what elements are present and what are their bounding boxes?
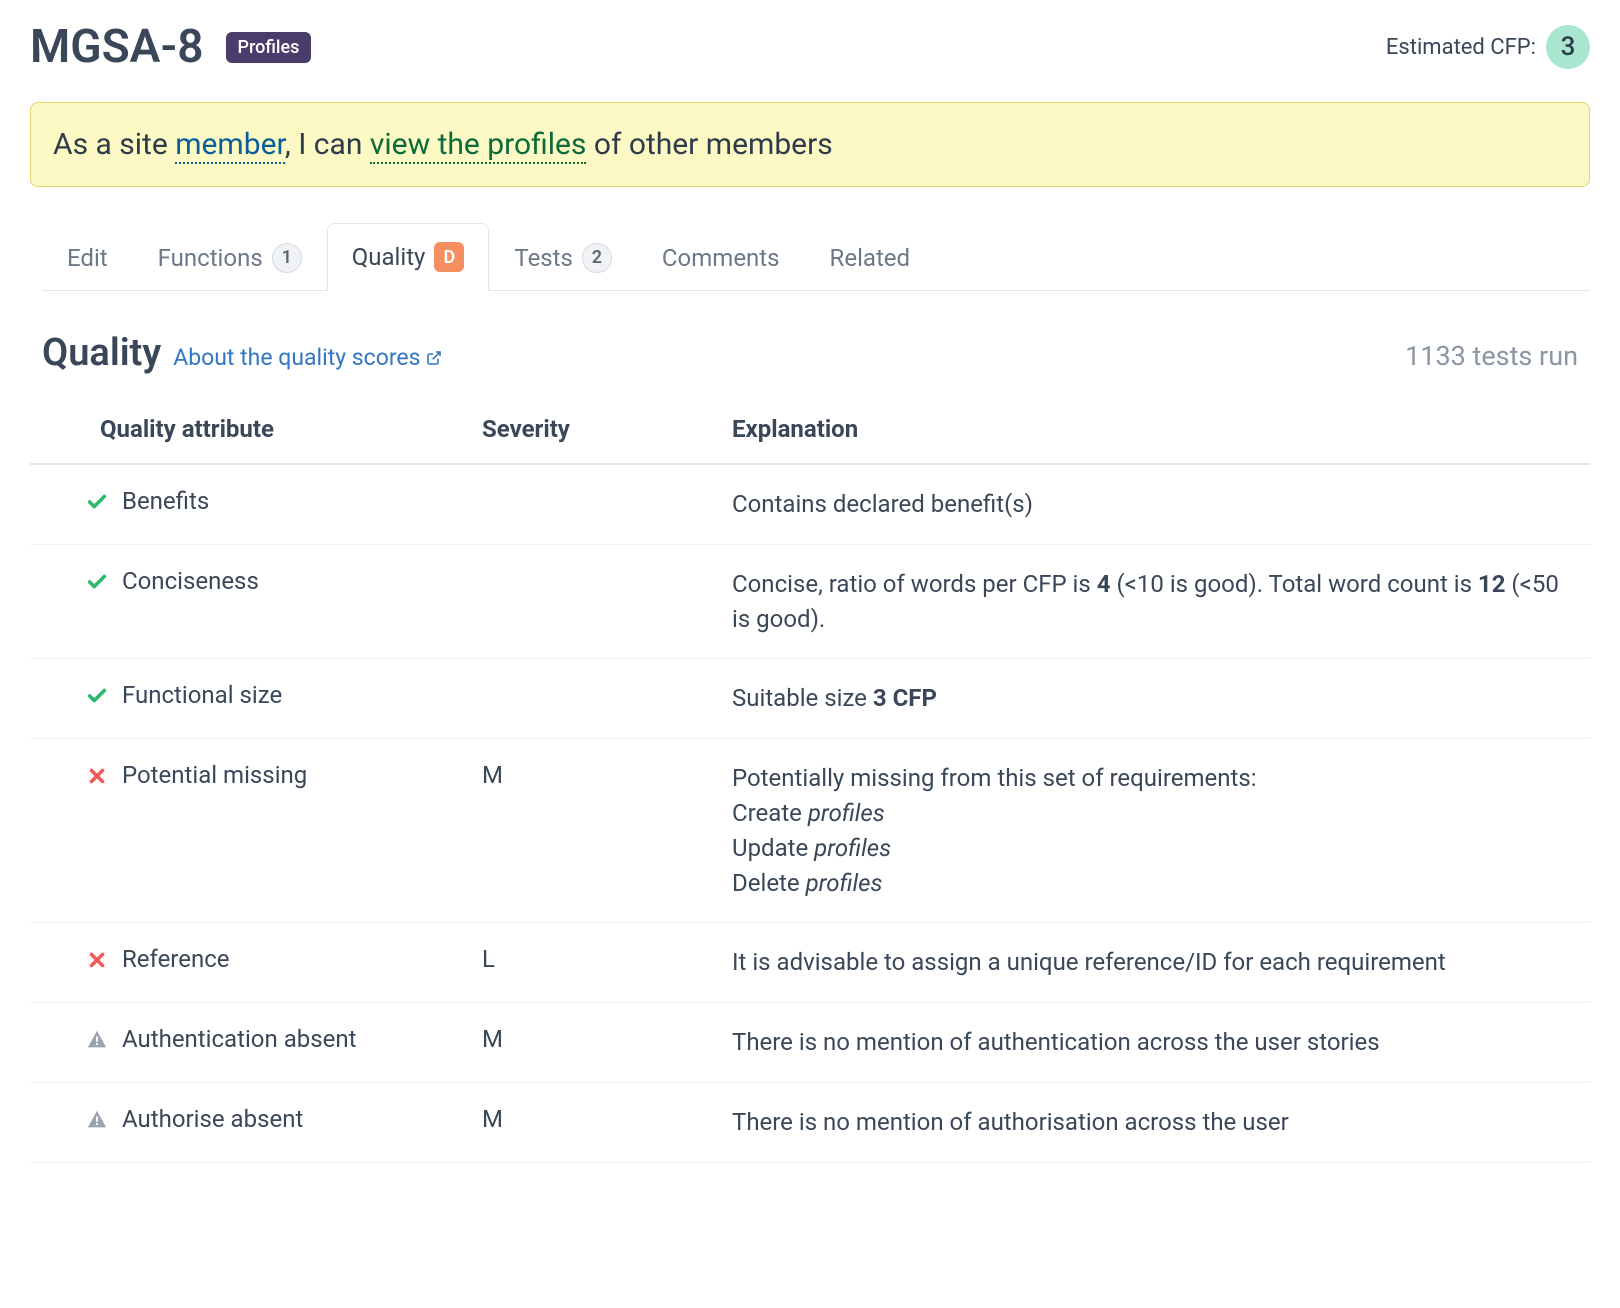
quality-table: Quality attribute Severity Explanation B…	[30, 397, 1590, 1163]
table-row: Benefits Contains declared benefit(s)	[30, 464, 1590, 544]
check-icon	[86, 685, 108, 707]
header-left: MGSA-8 Profiles	[30, 20, 311, 74]
about-quality-link-text: About the quality scores	[173, 344, 420, 371]
severity-value: L	[470, 923, 720, 1003]
story-prefix: As a site	[53, 127, 175, 162]
user-story-box: As a site member, I can view the profile…	[30, 102, 1590, 187]
tab-quality-grade: D	[434, 242, 464, 272]
check-icon	[86, 571, 108, 593]
attribute-name: Potential missing	[122, 761, 307, 789]
explanation-text: There is no mention of authorisation acr…	[720, 1082, 1590, 1162]
tab-edit[interactable]: Edit	[42, 223, 133, 291]
explanation-text: There is no mention of authentication ac…	[720, 1003, 1590, 1083]
quality-section-header: Quality About the quality scores 1133 te…	[30, 291, 1590, 391]
attribute-name: Reference	[122, 945, 229, 973]
table-row: Potential missing MPotentially missing fr…	[30, 739, 1590, 923]
col-header-severity: Severity	[470, 397, 720, 464]
severity-value	[470, 464, 720, 544]
tab-related-label: Related	[830, 244, 911, 272]
tab-comments-label: Comments	[662, 244, 780, 272]
tab-tests-count: 2	[582, 243, 612, 273]
explanation-text: It is advisable to assign a unique refer…	[720, 923, 1590, 1003]
external-link-icon	[426, 350, 442, 366]
attribute-name: Benefits	[122, 487, 209, 515]
estimated-cfp-value: 3	[1546, 25, 1590, 69]
tab-functions-count: 1	[272, 243, 302, 273]
story-role-link[interactable]: member	[175, 127, 285, 164]
attribute-name: Authentication absent	[122, 1025, 356, 1053]
tab-comments[interactable]: Comments	[637, 223, 805, 291]
severity-value: M	[470, 739, 720, 923]
tab-tests-label: Tests	[514, 244, 573, 272]
severity-value: M	[470, 1003, 720, 1083]
page-title: MGSA-8	[30, 20, 204, 74]
warning-icon	[86, 1029, 108, 1051]
warning-icon	[86, 1109, 108, 1131]
story-action-link[interactable]: view the profiles	[370, 127, 587, 164]
estimated-cfp-label: Estimated CFP:	[1386, 35, 1536, 60]
severity-value	[470, 659, 720, 739]
table-row: Functional size Suitable size 3 CFP	[30, 659, 1590, 739]
about-quality-link[interactable]: About the quality scores	[173, 344, 442, 371]
check-icon	[86, 491, 108, 513]
col-header-attribute: Quality attribute	[30, 397, 470, 464]
table-row: Conciseness Concise, ratio of words per C…	[30, 544, 1590, 659]
table-row: Reference LIt is advisable to assign a un…	[30, 923, 1590, 1003]
page-header: MGSA-8 Profiles Estimated CFP: 3	[30, 20, 1590, 74]
col-header-explanation: Explanation	[720, 397, 1590, 464]
story-suffix: of other members	[586, 127, 832, 162]
tab-quality-label: Quality	[352, 243, 426, 271]
table-row: Authorise absent MThere is no mention of …	[30, 1082, 1590, 1162]
tab-related[interactable]: Related	[805, 223, 936, 291]
tab-functions[interactable]: Functions 1	[133, 223, 327, 291]
explanation-text: Concise, ratio of words per CFP is 4 (<1…	[720, 544, 1590, 659]
table-row: Authentication absent MThere is no mentio…	[30, 1003, 1590, 1083]
tab-tests[interactable]: Tests 2	[489, 223, 637, 291]
tab-edit-label: Edit	[67, 244, 108, 272]
attribute-name: Functional size	[122, 681, 282, 709]
attribute-name: Conciseness	[122, 567, 259, 595]
x-icon	[86, 949, 108, 971]
section-title: Quality	[42, 331, 161, 375]
tabs: Edit Functions 1 Quality D Tests 2 Comme…	[42, 222, 1590, 291]
explanation-text: Suitable size 3 CFP	[720, 659, 1590, 739]
x-icon	[86, 765, 108, 787]
story-mid: , I can	[285, 127, 370, 162]
explanation-text: Contains declared benefit(s)	[720, 464, 1590, 544]
attribute-name: Authorise absent	[122, 1105, 303, 1133]
tests-run-count: 1133 tests run	[1405, 340, 1578, 372]
severity-value: M	[470, 1082, 720, 1162]
tab-quality[interactable]: Quality D	[327, 223, 490, 291]
explanation-text: Potentially missing from this set of req…	[720, 739, 1590, 923]
badge-category[interactable]: Profiles	[226, 32, 312, 63]
header-right: Estimated CFP: 3	[1386, 25, 1590, 69]
tab-functions-label: Functions	[158, 244, 263, 272]
severity-value	[470, 544, 720, 659]
